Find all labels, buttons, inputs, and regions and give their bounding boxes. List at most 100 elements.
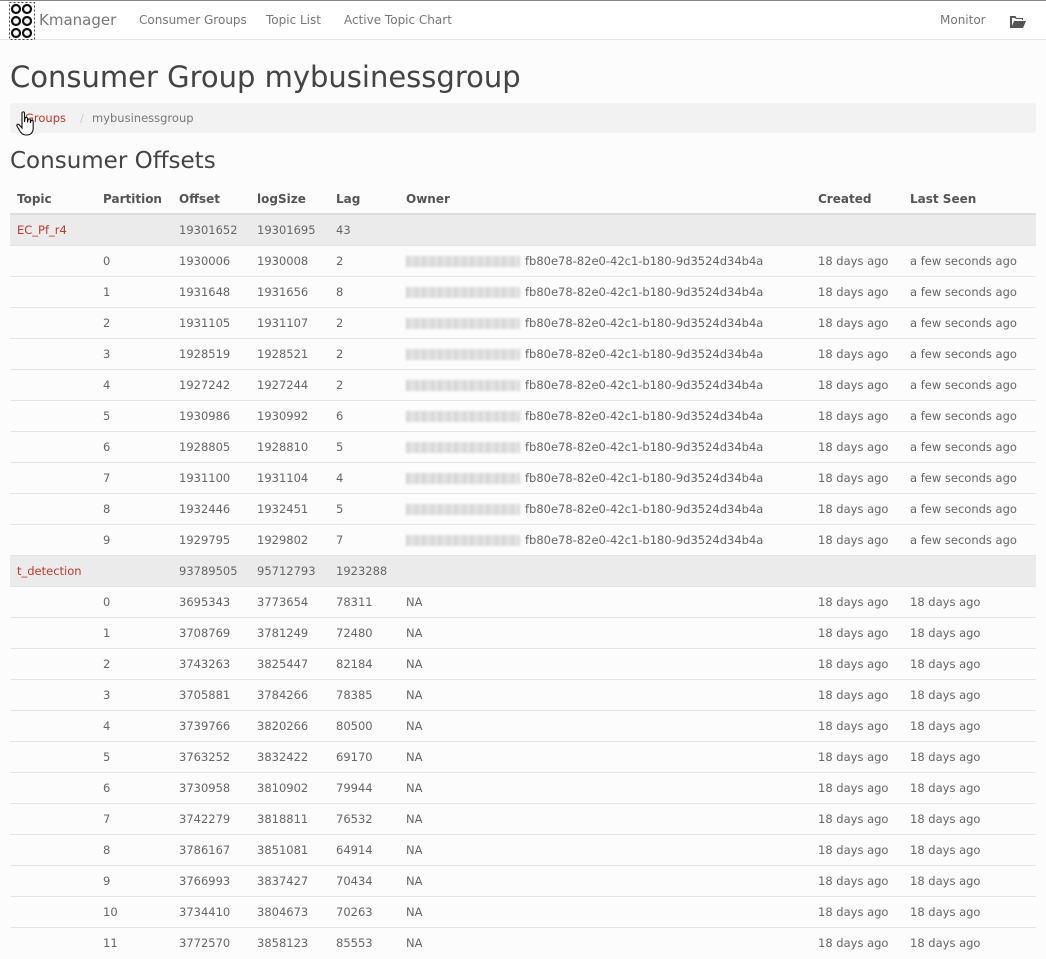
partition-row: 4 1927242 1927244 2 fb80e78-82e0-42c1-b180-9… xyxy=(10,368,1036,400)
cell-partition: 2 xyxy=(96,647,172,679)
cell-logSize: 3825447 xyxy=(250,647,329,679)
table-cell xyxy=(10,523,96,555)
cell-owner: fb80e78-82e0-42c1-b180-9d3524d34b4a xyxy=(399,430,811,462)
owner-id: fb80e78-82e0-42c1-b180-9d3524d34b4a xyxy=(525,470,764,485)
cell-owner: fb80e78-82e0-42c1-b180-9d3524d34b4a xyxy=(399,399,811,431)
cell-last-seen: a few seconds ago xyxy=(903,461,1036,493)
cell-owner: NA xyxy=(399,678,811,710)
hand-cursor-icon xyxy=(16,111,36,141)
nav-topic-list[interactable]: Topic List xyxy=(266,13,321,27)
cell-created: 18 days ago xyxy=(811,523,903,555)
owner-redacted-prefix xyxy=(406,534,520,546)
cell-last-seen: 18 days ago xyxy=(903,616,1036,648)
nav-monitor[interactable]: Monitor xyxy=(940,13,986,27)
table-cell: 19301652 xyxy=(172,213,250,245)
cell-owner: NA xyxy=(399,833,811,865)
cell-last-seen: a few seconds ago xyxy=(903,399,1036,431)
cell-last-seen: a few seconds ago xyxy=(903,430,1036,462)
column-header-lag: Lag xyxy=(329,184,399,215)
cell-logSize: 3818811 xyxy=(250,802,329,834)
table-cell xyxy=(10,864,96,896)
cell-owner: fb80e78-82e0-42c1-b180-9d3524d34b4a xyxy=(399,368,811,400)
cell-last-seen: 18 days ago xyxy=(903,802,1036,834)
cell-logSize: 1928810 xyxy=(250,430,329,462)
cell-lag: 2 xyxy=(329,244,399,276)
table-cell: 95712793 xyxy=(250,554,329,586)
owner-redacted-prefix xyxy=(406,255,520,267)
cell-logSize: 3858123 xyxy=(250,926,329,958)
consumer-offsets-table: Topic Partition Offset logSize Lag Owner Creat… xyxy=(10,184,1036,958)
nav-consumer-groups[interactable]: Consumer Groups xyxy=(139,13,247,27)
cell-partition: 9 xyxy=(96,864,172,896)
cell-owner: NA xyxy=(399,740,811,772)
cell-last-seen: a few seconds ago xyxy=(903,492,1036,524)
cell-last-seen: 18 days ago xyxy=(903,678,1036,710)
cell-last-seen: a few seconds ago xyxy=(903,306,1036,338)
cell-partition: 10 xyxy=(96,895,172,927)
table-cell xyxy=(10,306,96,338)
cell-owner: NA xyxy=(399,926,811,958)
cell-last-seen: 18 days ago xyxy=(903,647,1036,679)
cell-offset: 1932446 xyxy=(172,492,250,524)
cell-offset: 1928519 xyxy=(172,337,250,369)
cell-partition: 8 xyxy=(96,833,172,865)
cell-partition: 5 xyxy=(96,399,172,431)
cell-partition: 3 xyxy=(96,678,172,710)
cell-lag: 7 xyxy=(329,523,399,555)
kafka-logo-icon[interactable] xyxy=(9,2,35,44)
table-cell xyxy=(10,244,96,276)
table-cell xyxy=(903,213,1036,245)
cell-partition: 11 xyxy=(96,926,172,958)
owner-id: fb80e78-82e0-42c1-b180-9d3524d34b4a xyxy=(525,284,764,299)
cell-created: 18 days ago xyxy=(811,368,903,400)
cell-offset: 1930986 xyxy=(172,399,250,431)
table-cell xyxy=(10,275,96,307)
cell-created: 18 days ago xyxy=(811,678,903,710)
cell-created: 18 days ago xyxy=(811,585,903,617)
owner-id: fb80e78-82e0-42c1-b180-9d3524d34b4a xyxy=(525,253,764,268)
topic-offset: 93789505 xyxy=(179,563,238,578)
folder-open-icon[interactable] xyxy=(1010,14,1026,33)
table-cell xyxy=(903,554,1036,586)
cell-lag: 70434 xyxy=(329,864,399,896)
cell-owner: NA xyxy=(399,585,811,617)
cell-partition: 7 xyxy=(96,461,172,493)
column-header-partition: Partition xyxy=(96,184,172,215)
cell-offset: 3743263 xyxy=(172,647,250,679)
partition-row: 1 3708769 3781249 72480 NA 18 days ago 18 days… xyxy=(10,616,1036,648)
column-header-logsize: logSize xyxy=(250,184,329,215)
cell-created: 18 days ago xyxy=(811,430,903,462)
cell-created: 18 days ago xyxy=(811,771,903,803)
cell-offset: 3772570 xyxy=(172,926,250,958)
table-cell xyxy=(10,647,96,679)
cell-lag: 5 xyxy=(329,492,399,524)
table-cell xyxy=(10,430,96,462)
table-cell xyxy=(399,554,811,586)
topic-name-link[interactable]: t_detection xyxy=(17,564,82,578)
table-cell xyxy=(10,368,96,400)
cell-lag: 78311 xyxy=(329,585,399,617)
cell-lag: 72480 xyxy=(329,616,399,648)
cell-created: 18 days ago xyxy=(811,740,903,772)
owner-id: fb80e78-82e0-42c1-b180-9d3524d34b4a xyxy=(525,439,764,454)
cell-created: 18 days ago xyxy=(811,399,903,431)
topic-lag: 43 xyxy=(336,222,351,237)
nav-active-topic-chart[interactable]: Active Topic Chart xyxy=(344,13,452,27)
cell-partition: 3 xyxy=(96,337,172,369)
topic-lag: 1923288 xyxy=(336,563,388,578)
cell-partition: 9 xyxy=(96,523,172,555)
cell-last-seen: 18 days ago xyxy=(903,833,1036,865)
cell-owner: NA xyxy=(399,647,811,679)
table-cell xyxy=(399,213,811,245)
cell-last-seen: a few seconds ago xyxy=(903,244,1036,276)
cell-owner: NA xyxy=(399,771,811,803)
cell-lag: 78385 xyxy=(329,678,399,710)
cell-created: 18 days ago xyxy=(811,461,903,493)
cell-logSize: 3784266 xyxy=(250,678,329,710)
table-cell xyxy=(96,554,172,586)
topic-name-link[interactable]: EC_Pf_r4 xyxy=(17,223,67,237)
table-header-row: Topic Partition Offset logSize Lag Owner Creat… xyxy=(10,184,1036,215)
partition-row: 5 1930986 1930992 6 fb80e78-82e0-42c1-b180-9… xyxy=(10,399,1036,431)
brand-name[interactable]: Kmanager xyxy=(39,11,116,29)
cell-offset: 1927242 xyxy=(172,368,250,400)
